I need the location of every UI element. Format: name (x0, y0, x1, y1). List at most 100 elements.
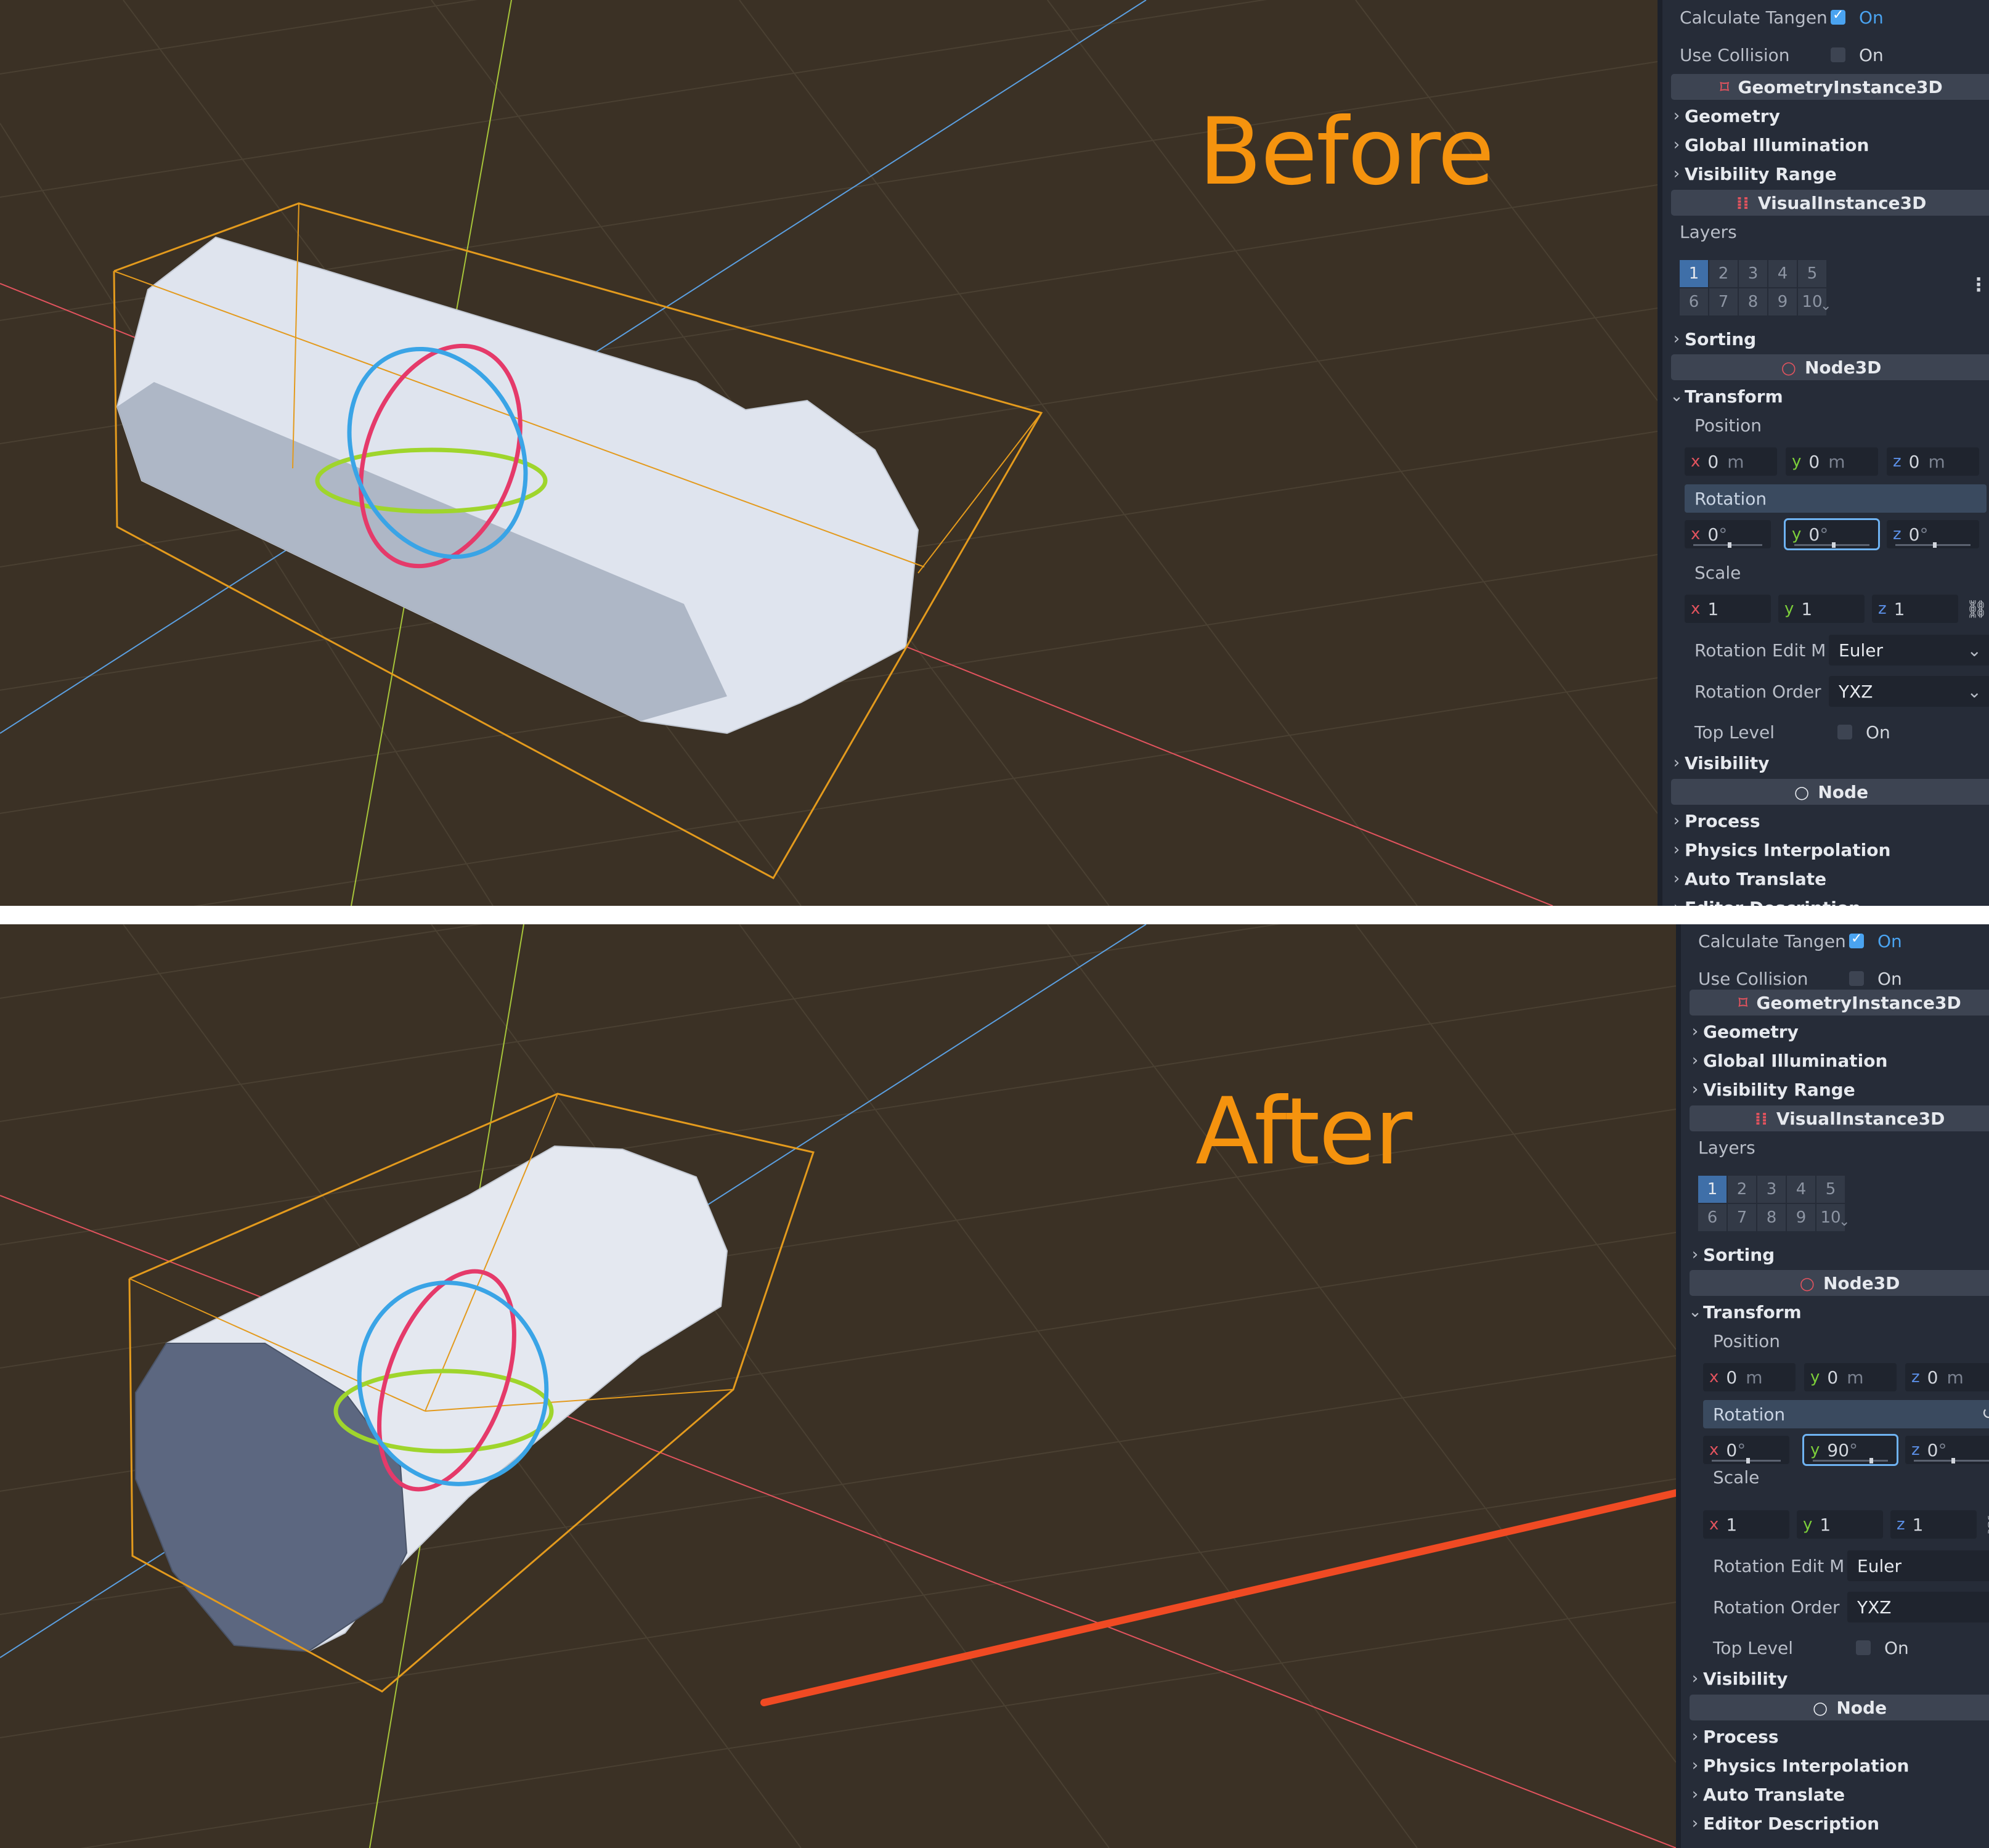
section-process[interactable]: › Process (1669, 807, 1989, 835)
slider-knob[interactable] (1869, 1458, 1873, 1463)
section-process[interactable]: › Process (1687, 1722, 1989, 1751)
rotation-x-slider[interactable] (1693, 542, 1762, 548)
layer-3[interactable]: 3 (1739, 260, 1767, 287)
layer-8[interactable]: 8 (1739, 288, 1767, 315)
layers-expand-icon[interactable]: ⌄ (1820, 298, 1831, 314)
section-sorting[interactable]: › Sorting (1687, 1240, 1989, 1269)
scale-z-field[interactable]: z 1 (1872, 595, 1958, 623)
layer-4[interactable]: 4 (1787, 1176, 1815, 1203)
use-collision-checkbox[interactable] (1849, 971, 1864, 986)
axis-y-label: y (1792, 525, 1802, 543)
rotation-z-slider[interactable] (1914, 1458, 1989, 1463)
layer-9[interactable]: 9 (1768, 288, 1797, 315)
layer-5[interactable]: 5 (1816, 1176, 1845, 1203)
layer-3[interactable]: 3 (1757, 1176, 1786, 1203)
rotation-z-field[interactable]: z 0 ° (1905, 1436, 1989, 1464)
layers-expand-icon[interactable]: ⌄ (1839, 1214, 1850, 1229)
section-auto-translate[interactable]: › Auto Translate (1669, 865, 1989, 893)
calculate-tangents-checkbox[interactable] (1831, 7, 1845, 25)
link-icon[interactable]: ⛓ (1966, 599, 1988, 619)
slider-knob[interactable] (1951, 1458, 1955, 1463)
calculate-tangents-checkbox[interactable] (1849, 931, 1864, 948)
slider-knob[interactable] (1832, 542, 1836, 548)
axis-z-label: z (1897, 1515, 1905, 1534)
section-visibility-range[interactable]: › Visibility Range (1687, 1075, 1989, 1104)
rotation-edit-mode-select[interactable]: Euler ⌄ (1847, 1550, 1989, 1581)
layer-1[interactable]: 1 (1680, 260, 1708, 287)
section-sorting[interactable]: › Sorting (1669, 325, 1989, 353)
position-y-field[interactable]: y 0 m (1786, 447, 1878, 476)
axis-x-label: x (1709, 1368, 1719, 1386)
position-x-field[interactable]: x 0 m (1703, 1363, 1796, 1391)
section-visibility-range[interactable]: › Visibility Range (1669, 160, 1989, 188)
section-physics-interpolation[interactable]: › Physics Interpolation (1687, 1751, 1989, 1780)
slider-knob[interactable] (1728, 542, 1731, 548)
section-geometry[interactable]: › Geometry (1687, 1017, 1989, 1046)
layer-6[interactable]: 6 (1698, 1204, 1727, 1231)
scale-z-field[interactable]: z 1 (1890, 1510, 1977, 1539)
section-geometry[interactable]: › Geometry (1669, 102, 1989, 130)
section-physics-interpolation[interactable]: › Physics Interpolation (1669, 836, 1989, 864)
section-global-illumination[interactable]: › Global Illumination (1687, 1046, 1989, 1075)
section-visibility[interactable]: › Visibility (1669, 749, 1989, 777)
layer-8[interactable]: 8 (1757, 1204, 1786, 1231)
section-global-illumination[interactable]: › Global Illumination (1669, 131, 1989, 159)
3d-viewport[interactable]: After (0, 924, 1676, 1848)
annotation-arrow (760, 1489, 1676, 1706)
slider-knob[interactable] (1933, 542, 1937, 548)
rotation-y-slider[interactable] (1794, 542, 1869, 548)
scale-y-field[interactable]: y 1 (1797, 1510, 1883, 1539)
rotation-x-field[interactable]: x 0 ° (1703, 1436, 1789, 1464)
rotation-y-field[interactable]: y 90 ° (1802, 1434, 1898, 1466)
section-transform[interactable]: ⌄ Transform (1687, 1298, 1989, 1326)
layer-7[interactable]: 7 (1709, 288, 1738, 315)
rotation-z-slider[interactable] (1895, 542, 1971, 548)
top-level-checkbox[interactable] (1837, 725, 1852, 739)
rotation-x-slider[interactable] (1712, 1458, 1781, 1463)
scale-y-field[interactable]: y 1 (1778, 595, 1865, 623)
rotation-x-field[interactable]: x 0 ° (1685, 520, 1771, 548)
link-icon[interactable]: ⛓ (1984, 1515, 1989, 1535)
section-visibility[interactable]: › Visibility (1687, 1664, 1989, 1693)
rotation-y-slider[interactable] (1813, 1458, 1888, 1463)
top-level-checkbox[interactable] (1856, 1640, 1871, 1655)
section-editor-description[interactable]: › Editor Description (1669, 893, 1989, 906)
rotation-order-select[interactable]: YXZ ⌄ (1829, 676, 1989, 707)
rotation-order-select[interactable]: YXZ ⌄ (1847, 1592, 1989, 1622)
layer-5[interactable]: 5 (1798, 260, 1826, 287)
rotation-order-label: Rotation Order (1713, 1597, 1840, 1618)
rotation-z-field[interactable]: z 0 ° (1887, 520, 1979, 548)
layer-9[interactable]: 9 (1787, 1204, 1815, 1231)
scale-x-value: 1 (1726, 1514, 1738, 1535)
use-collision-checkbox[interactable] (1831, 47, 1845, 62)
slider-knob[interactable] (1746, 1458, 1750, 1463)
3d-viewport[interactable]: Before (0, 0, 1658, 906)
rotation-y-unit: ° (1849, 1439, 1858, 1460)
rotation-z-value: 0 (1908, 524, 1920, 545)
section-editor-description[interactable]: › Editor Description (1687, 1809, 1989, 1838)
layer-2[interactable]: 2 (1728, 1176, 1756, 1203)
position-z-field[interactable]: z 0 m (1887, 447, 1979, 476)
rotation-y-value: 0 (1808, 524, 1820, 545)
layer-7[interactable]: 7 (1728, 1204, 1756, 1231)
layer-6[interactable]: 6 (1680, 288, 1708, 315)
section-transform[interactable]: ⌄ Transform (1669, 382, 1989, 410)
section-physics-interpolation-label: Physics Interpolation (1685, 839, 1891, 860)
section-auto-translate[interactable]: › Auto Translate (1687, 1780, 1989, 1809)
layer-2[interactable]: 2 (1709, 260, 1738, 287)
rotation-order-label: Rotation Order (1694, 681, 1821, 702)
reset-icon[interactable]: ↺ (1982, 1403, 1989, 1423)
section-process-label: Process (1685, 810, 1760, 831)
top-level-value: On (1884, 1637, 1909, 1658)
layer-1[interactable]: 1 (1698, 1176, 1727, 1203)
more-options-icon[interactable]: ⋮ (1969, 274, 1988, 296)
position-y-field[interactable]: y 0 m (1804, 1363, 1897, 1391)
scale-x-field[interactable]: x 1 (1685, 595, 1771, 623)
rotation-y-field[interactable]: y 0 ° (1784, 518, 1880, 550)
position-z-field[interactable]: z 0 m (1905, 1363, 1989, 1391)
scale-x-field[interactable]: x 1 (1703, 1510, 1789, 1539)
position-x-field[interactable]: x 0 m (1685, 447, 1777, 476)
position-y-value: 0 (1808, 451, 1820, 472)
rotation-edit-mode-select[interactable]: Euler ⌄ (1829, 635, 1989, 666)
layer-4[interactable]: 4 (1768, 260, 1797, 287)
